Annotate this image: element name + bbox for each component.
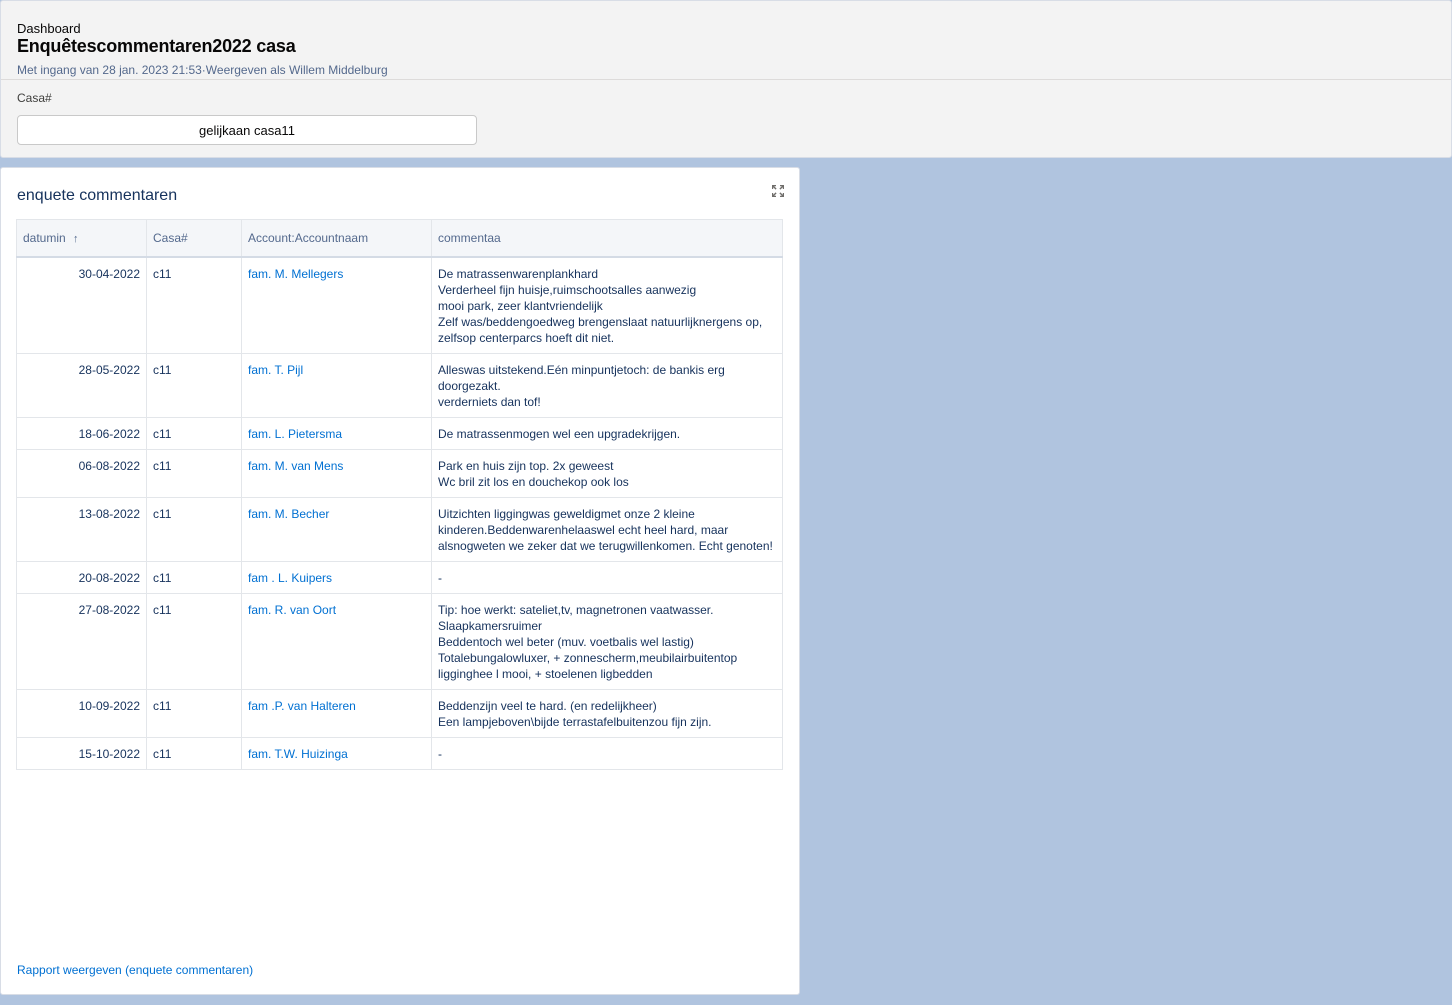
cell-account-link[interactable]: fam. T. Pijl	[241, 353, 432, 418]
table-row: 20-08-2022 c11 fam . L. Kuipers -	[16, 561, 783, 594]
cell-comment: Tip: hoe werkt: sateliet,tv, magnetronen…	[431, 593, 783, 690]
cell-account-link[interactable]: fam. T.W. Huizinga	[241, 737, 432, 770]
table-row: 10-09-2022 c11 fam .P. van Halteren Beddenz…	[16, 689, 783, 738]
table-header-row: datumin ↑ Casa# Account:Accountnaam comm…	[16, 219, 783, 258]
cell-account-link[interactable]: fam. M. van Mens	[241, 449, 432, 498]
dashboard-header: Dashboard Enquêtescommentaren2022 casa M…	[0, 0, 1452, 158]
cell-date: 20-08-2022	[16, 561, 147, 594]
sort-ascending-icon: ↑	[73, 233, 79, 245]
cell-comment: Beddenzijn veel te hard. (en redelijkhee…	[431, 689, 783, 738]
cell-date: 13-08-2022	[16, 497, 147, 562]
cell-date: 27-08-2022	[16, 593, 147, 690]
column-header-datumin[interactable]: datumin ↑	[16, 219, 147, 258]
cell-comment: -	[431, 561, 783, 594]
page-title: Enquêtescommentaren2022 casa	[17, 36, 296, 56]
cell-casa: c11	[146, 593, 242, 690]
cell-casa: c11	[146, 417, 242, 450]
cell-casa: c11	[146, 689, 242, 738]
cell-account-link[interactable]: fam. M. Becher	[241, 497, 432, 562]
table-row: 15-10-2022 c11 fam. T.W. Huizinga -	[16, 737, 783, 770]
card-title: enquete commentaren	[17, 187, 178, 204]
cell-account-link[interactable]: fam. R. van Oort	[241, 593, 432, 690]
cell-account-link[interactable]: fam. M. Mellegers	[241, 256, 432, 354]
cell-comment: Uitzichten liggingwas geweldigmet onze 2…	[431, 497, 783, 562]
comments-table: datumin ↑ Casa# Account:Accountnaam comm…	[16, 219, 783, 770]
comments-table-wrapper: datumin ↑ Casa# Account:Accountnaam comm…	[16, 219, 783, 770]
cell-date: 10-09-2022	[16, 689, 147, 738]
cell-date: 28-05-2022	[16, 353, 147, 418]
cell-comment: Park en huis zijn top. 2x geweest Wc bri…	[431, 449, 783, 498]
cell-casa: c11	[146, 256, 242, 354]
cell-casa: c11	[146, 561, 242, 594]
table-row: 13-08-2022 c11 fam. M. Becher Uitzichten li…	[16, 497, 783, 562]
cell-comment: De matrassenwarenplankhard Verderheel fi…	[431, 256, 783, 354]
column-header-comment[interactable]: commentaa	[431, 219, 783, 258]
column-header-account[interactable]: Account:Accountnaam	[241, 219, 432, 258]
table-row: 18-06-2022 c11 fam. L. Pietersma De matrass…	[16, 417, 783, 450]
cell-comment: Alleswas uitstekend.Eén minpuntjetoch: d…	[431, 353, 783, 418]
cell-casa: c11	[146, 353, 242, 418]
cell-date: 18-06-2022	[16, 417, 147, 450]
casa-filter-button[interactable]: gelijkaan casa11	[17, 115, 477, 145]
cell-date: 30-04-2022	[16, 256, 147, 354]
table-row: 30-04-2022 c11 fam. M. Mellegers De matrass…	[16, 256, 783, 354]
cell-casa: c11	[146, 449, 242, 498]
dashboard-eyebrow: Dashboard	[17, 21, 81, 36]
cell-date: 15-10-2022	[16, 737, 147, 770]
view-report-link[interactable]: Rapport weergeven (enquete commentaren)	[17, 963, 253, 977]
header-divider	[1, 79, 1451, 80]
table-row: 27-08-2022 c11 fam. R. van Oort Tip: hoe we…	[16, 593, 783, 690]
filter-label: Casa#	[17, 91, 52, 105]
dashboard-meta: Met ingang van 28 jan. 2023 21:53·Weerge…	[17, 63, 388, 77]
cell-comment: De matrassenmogen wel een upgradekrijgen…	[431, 417, 783, 450]
cell-date: 06-08-2022	[16, 449, 147, 498]
table-row: 06-08-2022 c11 fam. M. van Mens Park en hui…	[16, 449, 783, 498]
cell-account-link[interactable]: fam .P. van Halteren	[241, 689, 432, 738]
cell-account-link[interactable]: fam. L. Pietersma	[241, 417, 432, 450]
cell-comment: -	[431, 737, 783, 770]
column-header-casa[interactable]: Casa#	[146, 219, 242, 258]
cell-casa: c11	[146, 497, 242, 562]
table-row: 28-05-2022 c11 fam. T. Pijl Alleswas uitste…	[16, 353, 783, 418]
cell-account-link[interactable]: fam . L. Kuipers	[241, 561, 432, 594]
cell-casa: c11	[146, 737, 242, 770]
expand-icon[interactable]	[771, 184, 785, 198]
column-header-label: datumin	[23, 231, 66, 245]
report-card: enquete commentaren datumin ↑ Casa# Acco…	[0, 167, 800, 995]
